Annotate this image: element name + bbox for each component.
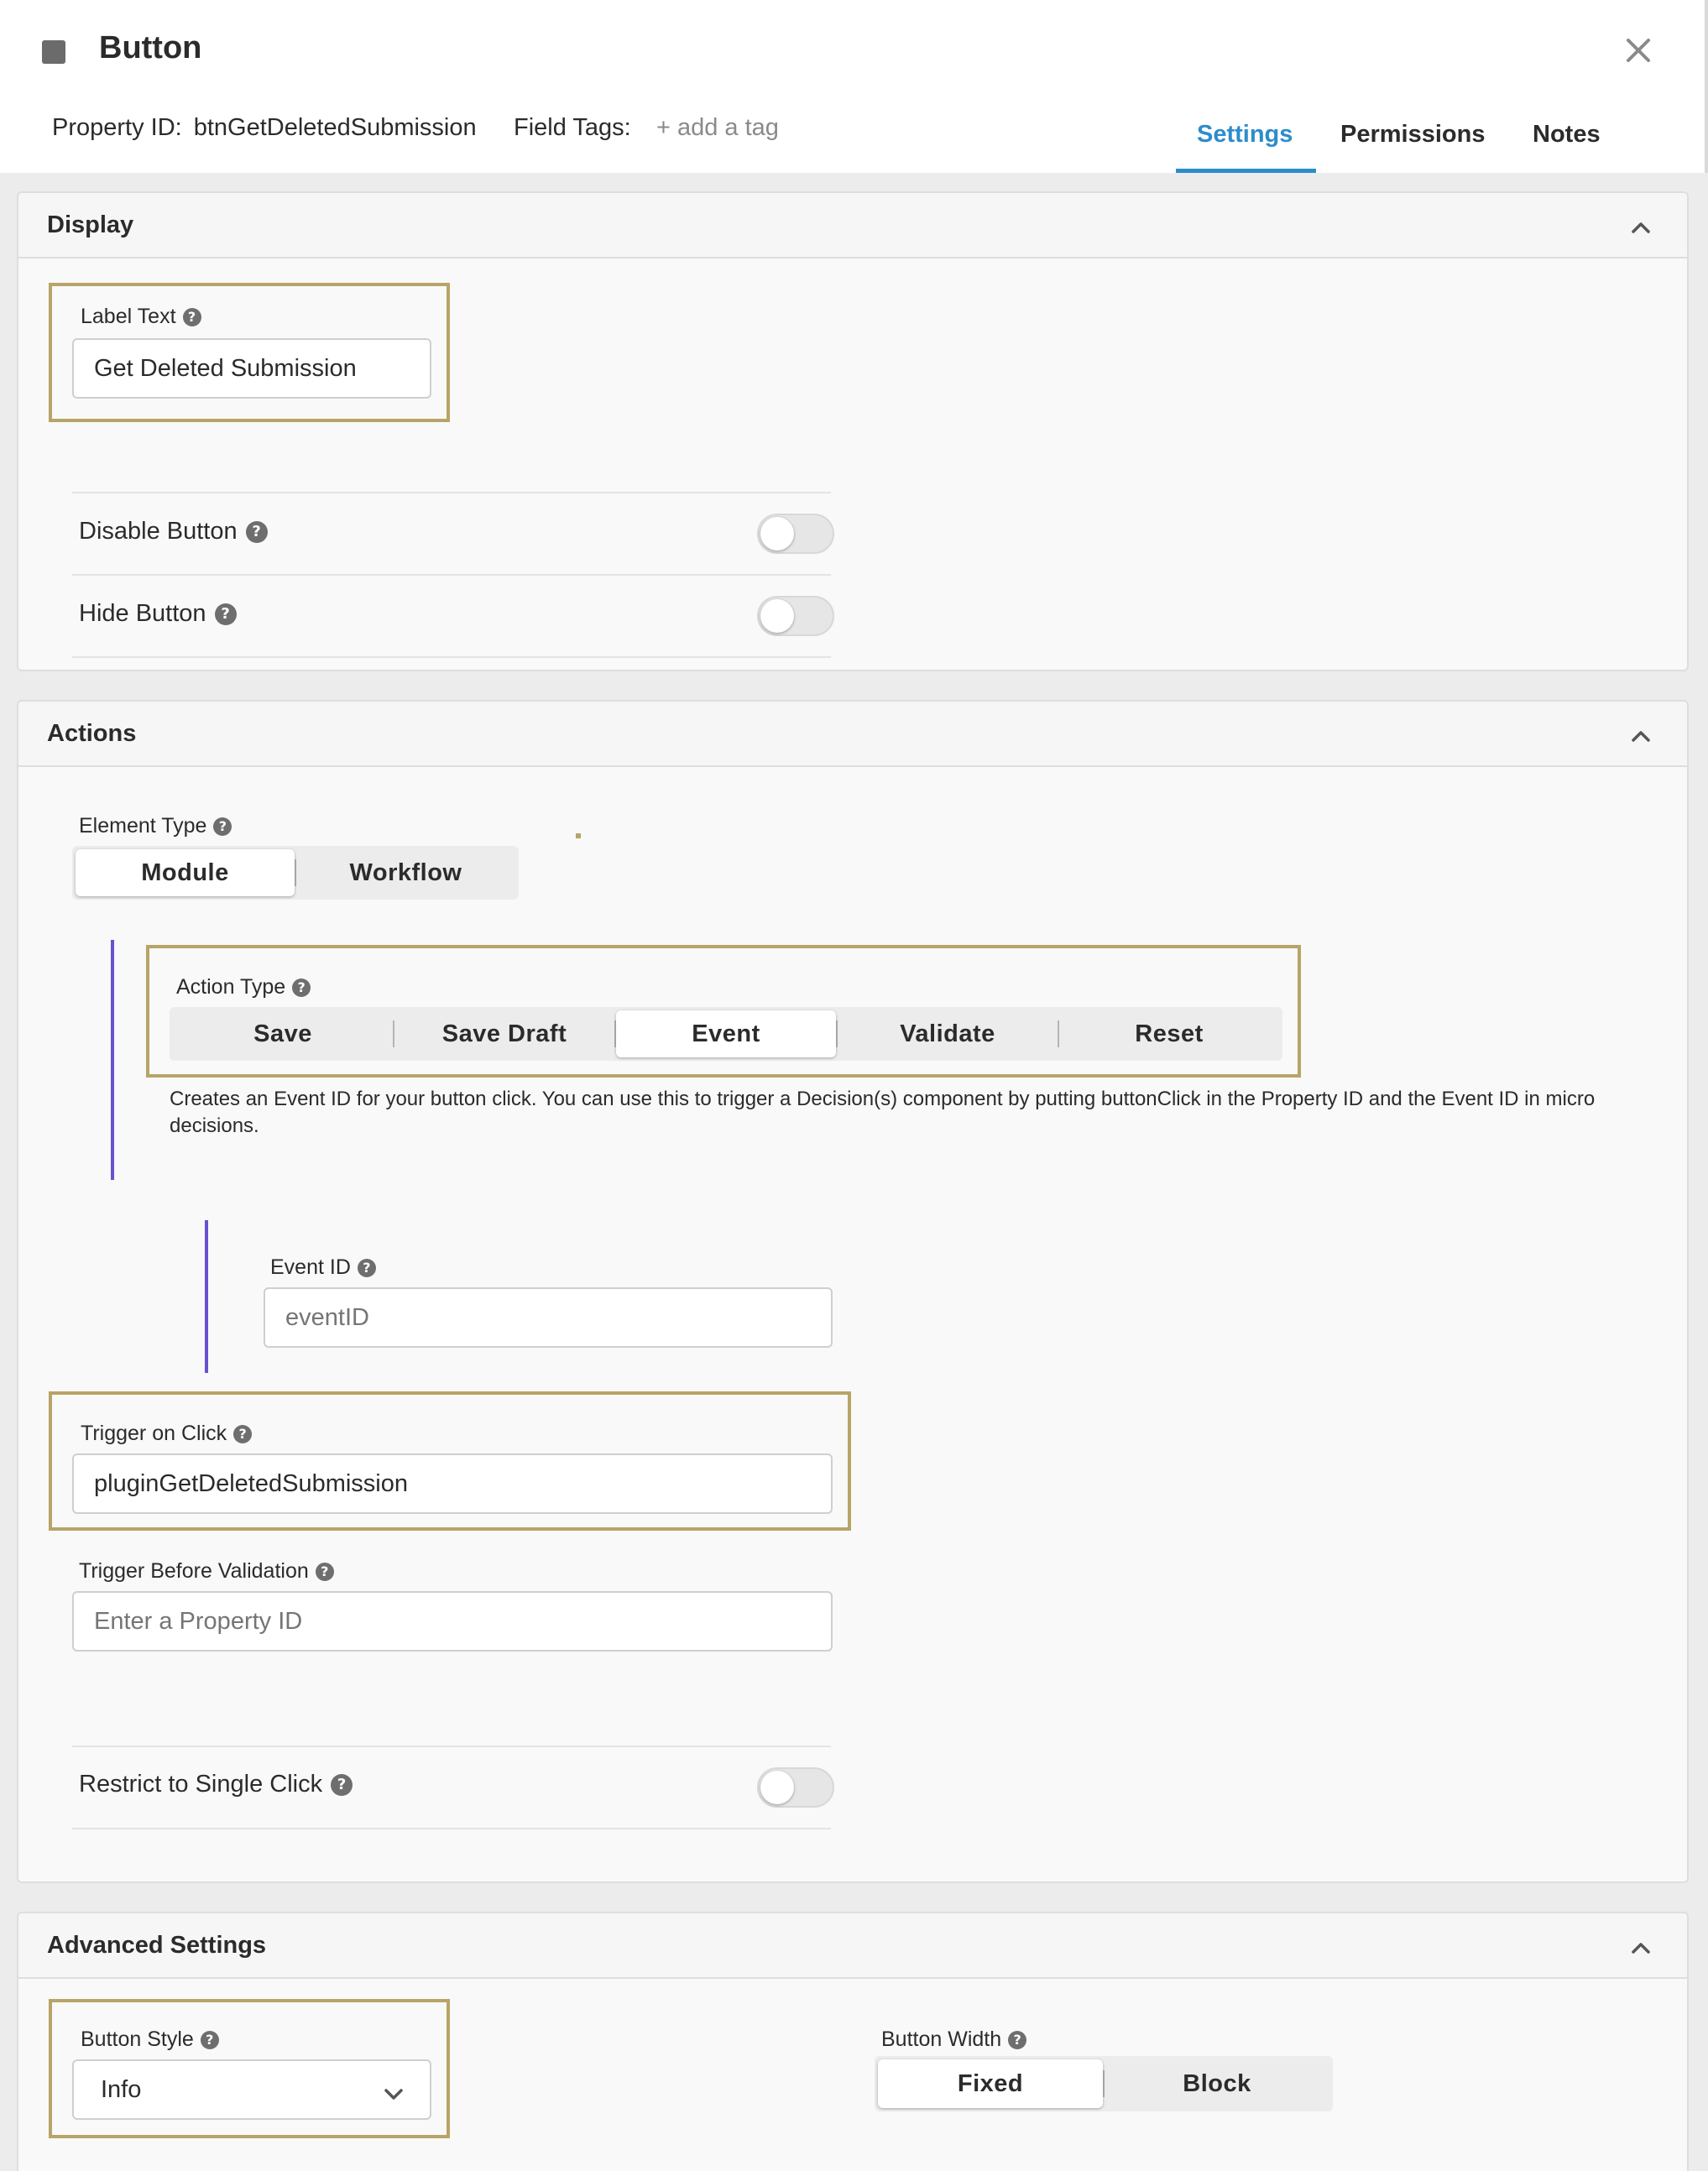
element-type-module[interactable]: Module [76, 849, 295, 896]
action-type-event[interactable]: Event [616, 1010, 836, 1057]
hide-button-label: Hide Button? [79, 600, 237, 628]
label-text-label-text: Label Text [81, 305, 176, 328]
field-tags-label: Field Tags: [514, 114, 631, 141]
divider [72, 656, 831, 658]
disable-button-label: Disable Button? [79, 518, 268, 545]
restrict-single-click-label: Restrict to Single Click? [79, 1771, 353, 1798]
trigger-on-click-highlight: Trigger on Click? pluginGetDeletedSubmis… [49, 1391, 851, 1531]
button-component-icon [42, 40, 65, 64]
action-type-reset[interactable]: Reset [1059, 1010, 1279, 1057]
help-icon[interactable]: ? [182, 307, 201, 326]
dialog-title: Button [99, 30, 202, 65]
help-icon[interactable]: ? [331, 1773, 353, 1796]
property-id: Property ID: btnGetDeletedSubmission [52, 114, 477, 142]
label-text-highlight: Label Text? Get Deleted Submission [49, 283, 450, 422]
divider [72, 1746, 831, 1747]
toggle-knob [760, 1771, 794, 1804]
trigger-before-validation-label-text: Trigger Before Validation [79, 1559, 309, 1583]
event-id-input[interactable] [264, 1287, 833, 1348]
button-width-block[interactable]: Block [1105, 2059, 1329, 2108]
button-width-label: Button Width? [881, 2027, 1027, 2052]
button-width-label-text: Button Width [881, 2027, 1002, 2051]
help-icon[interactable]: ? [357, 1258, 376, 1277]
hide-button-label-text: Hide Button [79, 600, 206, 627]
help-icon[interactable]: ? [233, 1424, 253, 1443]
help-icon[interactable]: ? [1008, 2030, 1027, 2049]
hide-button-toggle[interactable] [757, 596, 834, 636]
chevron-up-icon[interactable] [1630, 725, 1652, 747]
add-tag-link[interactable]: + add a tag [656, 114, 779, 142]
branch-line [111, 940, 114, 1180]
display-panel-header[interactable]: Display [18, 193, 1687, 258]
button-style-label-text: Button Style [81, 2027, 194, 2051]
button-style-highlight: Button Style? Info [49, 1999, 450, 2138]
chevron-up-icon[interactable] [1630, 217, 1652, 238]
help-icon[interactable]: ? [200, 2030, 219, 2049]
trigger-on-click-label: Trigger on Click? [81, 1422, 253, 1446]
tab-settings[interactable]: Settings [1197, 121, 1293, 149]
help-icon[interactable]: ? [315, 1562, 334, 1581]
dialog-header: Button Property ID: btnGetDeletedSubmissi… [0, 0, 1708, 173]
close-icon[interactable] [1622, 34, 1655, 67]
element-type-label: Element Type? [79, 814, 232, 838]
display-panel-title: Display [47, 211, 134, 238]
marker-dot [576, 833, 581, 838]
property-id-value: btnGetDeletedSubmission [193, 114, 477, 141]
action-type-highlight: Action Type? Save Save Draft Event Valid… [146, 945, 1301, 1078]
help-icon[interactable]: ? [292, 978, 311, 997]
trigger-on-click-label-text: Trigger on Click [81, 1422, 227, 1445]
action-type-selector: Save Save Draft Event Validate Reset [170, 1007, 1282, 1061]
branch-line [205, 1220, 208, 1373]
trigger-before-validation-label: Trigger Before Validation? [79, 1559, 334, 1584]
advanced-settings-panel: Advanced Settings Button Style? Info But… [17, 1912, 1689, 2171]
toggle-knob [760, 517, 794, 551]
divider [72, 574, 831, 576]
help-icon[interactable]: ? [213, 817, 232, 836]
actions-panel-header[interactable]: Actions [18, 702, 1687, 767]
button-style-select[interactable]: Info [72, 2059, 431, 2120]
action-type-description: Creates an Event ID for your button clic… [170, 1088, 1596, 1137]
active-tab-indicator [1176, 169, 1316, 173]
disable-button-toggle[interactable] [757, 514, 834, 554]
event-id-label: Event ID? [270, 1255, 376, 1280]
button-width-fixed[interactable]: Fixed [878, 2059, 1103, 2108]
action-type-label-text: Action Type [176, 975, 286, 999]
event-id-label-text: Event ID [270, 1255, 351, 1279]
button-width-selector: Fixed Block [875, 2056, 1333, 2111]
trigger-on-click-input[interactable]: pluginGetDeletedSubmission [72, 1453, 833, 1514]
action-type-validate[interactable]: Validate [838, 1010, 1058, 1057]
label-text-label: Label Text? [81, 305, 201, 329]
tab-notes[interactable]: Notes [1533, 121, 1601, 149]
chevron-up-icon[interactable] [1630, 1937, 1652, 1959]
actions-panel-title: Actions [47, 720, 137, 747]
property-id-label: Property ID: [52, 114, 182, 141]
help-icon[interactable]: ? [214, 603, 237, 625]
disable-button-label-text: Disable Button [79, 518, 238, 545]
actions-panel: Actions Element Type? Module Workflow Ac… [17, 700, 1689, 1883]
tab-permissions[interactable]: Permissions [1340, 121, 1485, 149]
label-text-input[interactable]: Get Deleted Submission [72, 338, 431, 399]
element-type-workflow[interactable]: Workflow [296, 849, 515, 896]
toggle-knob [760, 599, 794, 633]
restrict-single-click-label-text: Restrict to Single Click [79, 1771, 323, 1798]
divider [72, 1828, 831, 1829]
divider [72, 492, 831, 493]
advanced-settings-panel-title: Advanced Settings [47, 1932, 267, 1959]
trigger-before-validation-input[interactable] [72, 1591, 833, 1652]
button-style-label: Button Style? [81, 2027, 219, 2052]
action-type-save-draft[interactable]: Save Draft [394, 1010, 614, 1057]
help-icon[interactable]: ? [245, 520, 268, 543]
button-style-value: Info [101, 2075, 142, 2103]
advanced-settings-panel-header[interactable]: Advanced Settings [18, 1913, 1687, 1979]
restrict-single-click-toggle[interactable] [757, 1767, 834, 1808]
element-type-selector: Module Workflow [72, 846, 519, 900]
chevron-down-icon [383, 2083, 405, 2105]
element-type-label-text: Element Type [79, 814, 207, 838]
action-type-label: Action Type? [176, 975, 311, 999]
action-type-save[interactable]: Save [173, 1010, 393, 1057]
display-panel: Display Label Text? Get Deleted Submissi… [17, 191, 1689, 671]
